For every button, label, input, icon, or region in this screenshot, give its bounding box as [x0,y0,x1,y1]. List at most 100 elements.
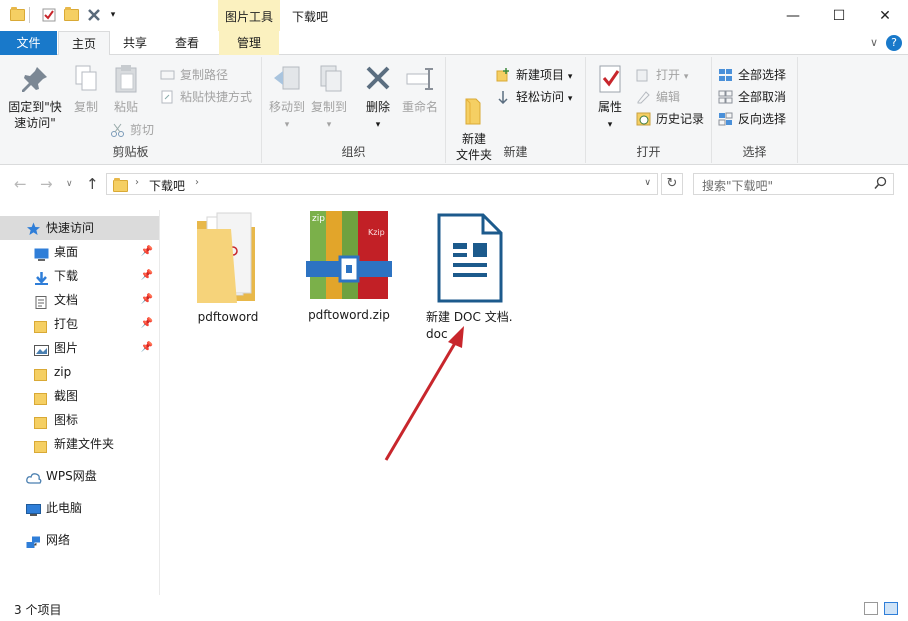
cut-button[interactable]: 剪切 [110,120,154,140]
copy-path-label: 复制路径 [180,68,229,82]
search-placeholder: 搜索"下载吧" [702,179,774,193]
search-input[interactable]: 搜索"下载吧" [693,173,894,195]
up-arrow-icon[interactable]: ↑ [86,175,99,193]
history-button[interactable]: 历史记录 [636,109,704,129]
organize-group-label: 组织 [341,145,366,159]
tab-home[interactable]: 主页 [58,31,110,56]
large-icons-view-icon[interactable] [884,602,898,615]
properties-button[interactable]: 属性 ▾ [592,63,628,133]
svg-text:zip: zip [312,214,325,224]
file-item-folder[interactable]: pdftoword [178,205,278,326]
easy-access-label: 轻松访问 [516,90,565,104]
tab-share[interactable]: 共享 [112,31,158,55]
copy-button[interactable]: 复制 [68,63,104,115]
new-item-button[interactable]: 新建项目 ▾ [496,65,572,85]
sidebar-label: 截图 [54,389,79,403]
pin-quick-access-button[interactable]: 固定到"快速访问" [6,63,64,131]
copy-to-icon [313,63,345,95]
delete-button[interactable]: 删除 ▾ [358,63,398,133]
pin-small-icon[interactable]: 📌 [141,288,153,312]
ribbon-collapse-icon[interactable]: ∨ [866,31,882,55]
pin-small-icon[interactable]: 📌 [141,336,153,360]
easy-access-button[interactable]: 轻松访问 ▾ [496,87,572,107]
copy-path-button[interactable]: 复制路径 [160,65,228,85]
properties-check-icon[interactable] [40,6,58,24]
address-bar[interactable]: › 下载吧 › ∨ [106,173,658,195]
copy-to-button[interactable]: 复制到 ▾ [308,63,350,133]
sidebar-item-this-pc[interactable]: 此电脑 [0,496,159,520]
breadcrumb-separator-icon[interactable]: › [135,177,139,188]
select-none-button[interactable]: 全部取消 [718,87,786,107]
desktop-icon [34,245,49,261]
sidebar-item-quick-access[interactable]: 快速访问 [0,216,159,240]
sidebar-label: 下载 [54,269,79,283]
sidebar-item-zip[interactable]: zip [0,360,159,384]
new-folder-icon [458,79,490,125]
tab-manage[interactable]: 管理 [219,31,279,55]
star-icon [26,220,41,235]
sidebar-item-documents[interactable]: 文档 📌 [0,288,159,312]
tab-file[interactable]: 文件 [0,31,57,55]
sidebar-label: 图标 [54,413,79,427]
open-button[interactable]: 打开 ▾ [636,65,688,85]
qat-dropdown-icon[interactable]: ▾ [104,6,122,24]
maximize-button[interactable]: ☐ [816,0,862,31]
select-none-label: 全部取消 [738,90,787,104]
properties-label: 属性 [597,100,622,114]
sidebar-item-pictures[interactable]: 图片 📌 [0,336,159,360]
recent-chevron-icon[interactable]: ∨ [66,179,73,189]
sidebar-label: WPS网盘 [46,469,97,483]
new-item-icon [496,68,511,82]
forward-arrow-icon[interactable]: → [40,175,53,193]
rename-button[interactable]: 重命名 [398,63,442,115]
search-icon[interactable] [874,176,887,193]
sidebar-item-desktop[interactable]: 桌面 📌 [0,240,159,264]
folder-icon [34,413,49,429]
sidebar-item-package[interactable]: 打包 📌 [0,312,159,336]
new-folder-qat-icon[interactable] [62,6,80,24]
sidebar-item-new-folder[interactable]: 新建文件夹 [0,432,159,456]
paste-button[interactable]: 粘贴 [108,63,144,115]
minimize-button[interactable]: — [770,0,816,31]
delete-qat-icon[interactable] [85,6,103,24]
sidebar-label: 网络 [46,533,71,547]
file-name: pdftoword [197,310,259,324]
address-dropdown-icon[interactable]: ∨ [644,178,651,188]
pin-small-icon[interactable]: 📌 [141,264,153,288]
back-arrow-icon[interactable]: ← [14,175,27,193]
sidebar-label: 新建文件夹 [54,437,115,451]
refresh-icon[interactable]: ↻ [661,173,683,195]
sidebar-item-screenshots[interactable]: 截图 [0,384,159,408]
select-all-button[interactable]: 全部选择 [718,65,786,85]
paste-shortcut-icon [160,90,175,104]
tab-view[interactable]: 查看 [164,31,210,55]
paste-icon [110,63,142,95]
breadcrumb-chevron-icon[interactable]: › [195,177,199,188]
sidebar-item-wps[interactable]: WPS网盘 [0,464,159,488]
address-folder-icon [113,178,128,192]
sidebar-label: 图片 [54,341,79,355]
move-to-button[interactable]: 移动到 ▾ [266,63,308,133]
picture-icon [34,341,49,356]
breadcrumb-current[interactable]: 下载吧 [149,177,185,194]
pin-label: 固定到"快速访问" [8,100,62,130]
file-item-zip[interactable]: zip Kzip pdftoword.zip [298,205,400,324]
edit-label: 编辑 [656,90,681,104]
invert-selection-icon [718,112,733,126]
edit-button[interactable]: 编辑 [636,87,680,107]
rename-icon [404,63,436,95]
properties-icon [594,63,626,95]
sidebar-item-downloads[interactable]: 下载 📌 [0,264,159,288]
paste-shortcut-button[interactable]: 粘贴快捷方式 [160,87,252,107]
invert-selection-button[interactable]: 反向选择 [718,109,786,129]
qat-divider [29,7,30,23]
sidebar-item-network[interactable]: 网络 [0,528,159,552]
document-icon [34,293,49,309]
scissors-icon [110,123,125,137]
details-view-icon[interactable] [864,602,878,615]
close-button[interactable]: ✕ [862,0,908,31]
sidebar-item-icons[interactable]: 图标 [0,408,159,432]
pin-small-icon[interactable]: 📌 [141,240,153,264]
pin-small-icon[interactable]: 📌 [141,312,153,336]
help-icon[interactable]: ? [886,35,902,51]
